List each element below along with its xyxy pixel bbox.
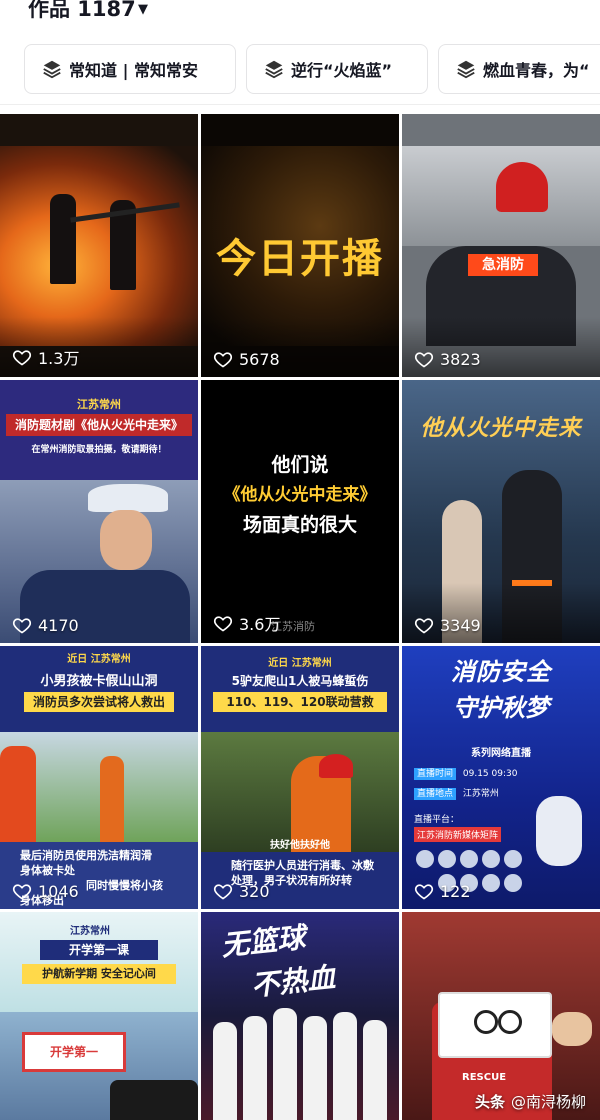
collection-label: 燃血青春，为“ xyxy=(483,61,590,80)
uniform-badge: 急消防 xyxy=(468,254,538,276)
heart-icon xyxy=(414,618,434,634)
video-title: 开学第一课 xyxy=(40,940,158,960)
video-tile[interactable]: 无篮球 不热血 xyxy=(201,912,399,1120)
eye-icon xyxy=(474,1010,498,1034)
like-count: 122 xyxy=(414,881,471,901)
heart-icon xyxy=(12,618,32,634)
like-count: 1.3万 xyxy=(12,345,79,369)
hand-figure xyxy=(552,1012,592,1046)
poster-title: 守护秋梦 xyxy=(453,694,549,722)
like-count: 3.6万 xyxy=(213,611,280,635)
series-label: 系列网络直播 xyxy=(471,748,531,759)
video-tile[interactable]: 江苏常州 开学第一课 护航新学期 安全记心间 开学第一 xyxy=(0,912,198,1120)
eye-icon xyxy=(498,1010,522,1034)
like-count: 320 xyxy=(213,881,270,901)
heart-icon xyxy=(414,352,434,368)
video-tile[interactable]: 急消防 3823 xyxy=(402,114,600,377)
location-tag: 近日 江苏常州 xyxy=(268,658,332,669)
video-caption: 扶好他扶好他 xyxy=(270,840,330,851)
heart-icon xyxy=(213,616,233,632)
video-tile[interactable]: RESCUE xyxy=(402,912,600,1120)
video-subtitle: 在常州消防取景拍摄，敬请期待！ xyxy=(31,445,167,455)
video-tile[interactable]: 近日 江苏常州 小男孩被卡假山山洞 消防员多次尝试将人救出 最后消防员使用洗洁精… xyxy=(0,646,198,909)
firefighter-silhouette xyxy=(50,194,76,284)
works-count-title[interactable]: 作品 1187 xyxy=(28,0,136,24)
quote-line-3: 场面真的很大 xyxy=(242,514,357,536)
video-title: 小男孩被卡假山山洞 xyxy=(40,674,158,689)
like-count: 4170 xyxy=(12,615,79,635)
officer-face xyxy=(100,510,152,570)
officer-cap xyxy=(88,484,168,512)
video-grid: 1.3万 今日开播 5678 急消防 3823 江苏常州 消防题材剧《他从火光中… xyxy=(0,114,600,1120)
video-title: 消防题材剧《他从火光中走来》 xyxy=(6,414,192,436)
livestream-platform: 直播平台： 江苏消防新媒体矩阵 xyxy=(414,812,502,842)
video-title: 5驴友爬山1人被马蜂蜇伤 xyxy=(231,674,369,688)
watermark-brand: 头条 xyxy=(474,1093,505,1111)
heart-icon xyxy=(213,884,233,900)
heart-icon xyxy=(213,352,233,368)
layers-icon xyxy=(43,60,61,79)
poster-title: 消防安全 xyxy=(451,658,551,686)
layers-icon xyxy=(265,60,283,79)
video-tile[interactable]: 1.3万 xyxy=(0,114,198,377)
heart-icon xyxy=(12,350,32,366)
like-count: 5678 xyxy=(213,349,280,369)
collection-chip[interactable]: 常知道 | 常知常安 xyxy=(24,44,236,94)
like-count: 3823 xyxy=(414,349,481,369)
works-header: 作品 1187 ▼ xyxy=(0,0,600,28)
helmet xyxy=(496,162,548,212)
video-tile[interactable]: 今日开播 5678 xyxy=(201,114,399,377)
heart-icon xyxy=(12,884,32,900)
video-tile[interactable]: 消防安全 守护秋梦 系列网络直播 直播时间 09.15 09:30 直播地点 江… xyxy=(402,646,600,909)
location-tag: 江苏常州 xyxy=(70,926,110,937)
quote-line-1: 他们说 xyxy=(271,454,329,476)
poster-title: 他从火光中走来 xyxy=(420,416,582,441)
fire-scene xyxy=(0,146,198,346)
video-tile[interactable]: 他们说 《他从火光中走来》 场面真的很大 江苏消防 3.6万 xyxy=(201,380,399,643)
astronaut-figure xyxy=(536,796,582,866)
video-tile[interactable]: 江苏常州 消防题材剧《他从火光中走来》 在常州消防取景拍摄，敬请期待！ 4170 xyxy=(0,380,198,643)
collection-label: 常知道 | 常知常安 xyxy=(69,61,198,80)
livestream-place: 直播地点 江苏常州 xyxy=(414,786,499,800)
firefighter-figure xyxy=(100,756,124,842)
collection-label: 逆行“火焰蓝” xyxy=(291,61,393,80)
chevron-down-icon[interactable]: ▼ xyxy=(138,2,148,17)
video-tile[interactable]: 近日 江苏常州 5驴友爬山1人被马蜂蜇伤 110、119、120联动营救 扶好他… xyxy=(201,646,399,909)
location-tag: 近日 江苏常州 xyxy=(67,654,131,665)
video-tile[interactable]: 他从火光中走来 3349 xyxy=(402,380,600,643)
collection-chip[interactable]: 逆行“火焰蓝” xyxy=(246,44,428,94)
cartoon-sign xyxy=(438,992,552,1058)
collection-chip[interactable]: 燃血青春，为“ xyxy=(438,44,600,94)
truck-label: RESCUE xyxy=(462,1072,507,1083)
heart-icon xyxy=(414,884,434,900)
layers-icon xyxy=(457,60,475,79)
quote-line-2: 《他从火光中走来》 xyxy=(223,485,377,505)
video-title-highlight: 消防员多次尝试将人救出 xyxy=(24,692,174,712)
firefighter-figure xyxy=(0,746,36,842)
livestream-time: 直播时间 09.15 09:30 xyxy=(414,766,517,780)
video-title-highlight: 110、119、120联动营救 xyxy=(213,692,387,712)
video-overlay-text: 今日开播 xyxy=(216,236,384,282)
like-count: 3349 xyxy=(414,615,481,635)
video-title-highlight: 护航新学期 安全记心间 xyxy=(22,964,176,984)
collections-row: 常知道 | 常知常安 逆行“火焰蓝” 燃血青春，为“ xyxy=(0,38,600,105)
fire-truck xyxy=(110,1080,198,1120)
watermark-handle: @南浔杨柳 xyxy=(510,1093,586,1111)
location-tag: 江苏常州 xyxy=(77,398,121,411)
like-count: 1046 xyxy=(12,881,79,901)
school-banner: 开学第一 xyxy=(22,1032,126,1072)
toutiao-watermark: 头条 @南浔杨柳 xyxy=(475,1091,586,1112)
helmet xyxy=(319,754,353,778)
